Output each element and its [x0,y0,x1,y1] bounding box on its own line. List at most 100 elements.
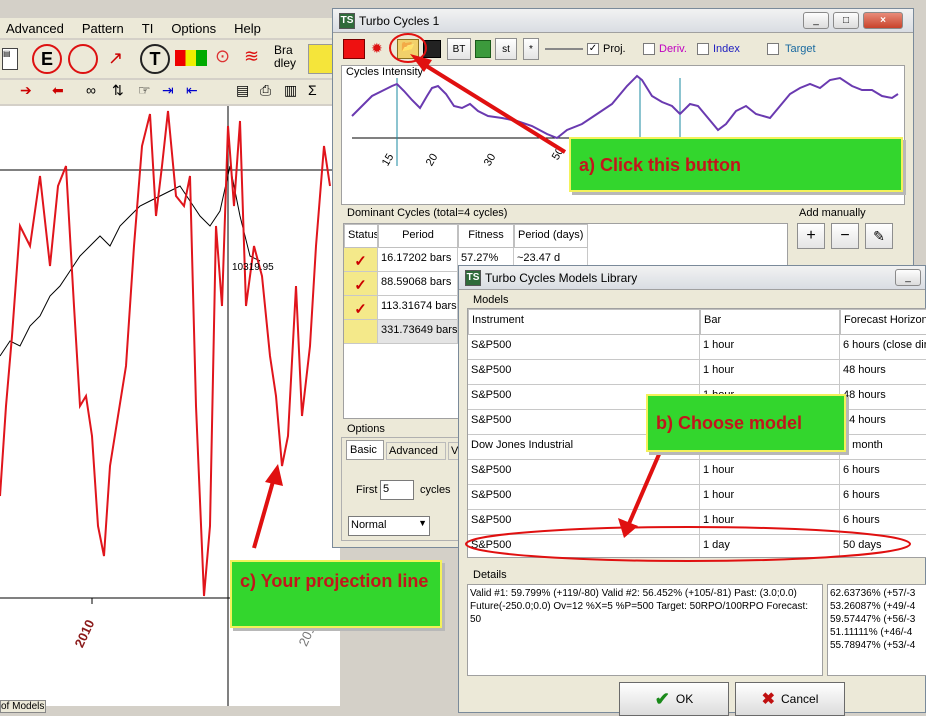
bradley-button[interactable]: Bra dley [274,44,304,76]
target-icon[interactable]: ⊙ [215,46,239,70]
edit-cycle-button[interactable]: ✎ [865,223,893,249]
e-circle-icon[interactable]: E [32,44,62,74]
align2-icon[interactable]: ⇤ [186,82,198,99]
add-cycle-button[interactable]: + [797,223,825,249]
model-bar[interactable]: 1 hour [700,485,840,510]
model-bar[interactable]: 1 hour [700,460,840,485]
ok-button[interactable]: ✔ OK [619,682,729,716]
check-icon: ✔ [654,688,670,709]
add-manually-label: Add manually [799,207,866,219]
excel-icon[interactable] [475,40,491,58]
col-horizon[interactable]: Forecast Horizon [840,309,926,335]
mode-select[interactable]: Normal ▼ [348,516,430,536]
model-instrument[interactable]: S&P500 [468,535,700,557]
menu-help[interactable]: Help [234,21,261,36]
options-panel: Basic Advanced V First 5 cycles Normal ▼ [341,437,465,541]
model-horizon[interactable]: 48 hours [840,360,926,385]
open-folder-button[interactable]: 📂 [397,39,419,59]
maximize-button[interactable]: □ [833,12,859,29]
close-button[interactable]: × [863,12,903,29]
cycle-status-checkbox[interactable]: ✓ [344,296,378,320]
col-fitness[interactable]: Fitness [458,224,514,248]
menu-options[interactable]: Options [171,21,216,36]
first-input[interactable]: 5 [380,480,414,500]
model-instrument[interactable]: S&P500 [468,510,700,535]
cycle-period[interactable]: 16.17202 bars [378,248,458,272]
model-horizon[interactable]: 6 hours [840,510,926,535]
model-horizon[interactable]: 48 hours [840,385,926,410]
cycle-period[interactable]: 113.31674 bars [378,296,458,320]
turbo-cycles-titlebar[interactable]: TS Turbo Cycles 1 _ □ × [333,9,913,33]
st-button[interactable]: st [495,38,517,60]
model-instrument[interactable]: S&P500 [468,360,700,385]
models-library-title: Turbo Cycles Models Library [485,270,638,285]
col-instrument[interactable]: Instrument [468,309,700,335]
t-circle-icon[interactable]: T [140,44,170,74]
menu-ti[interactable]: TI [142,21,154,36]
model-horizon[interactable]: 6 hours [840,460,926,485]
model-instrument[interactable]: S&P500 [468,485,700,510]
tab-basic[interactable]: Basic [346,440,384,460]
sigma-icon[interactable]: Σ [308,82,317,98]
proj-checkbox[interactable]: ✓ [587,43,599,55]
glasses-icon[interactable]: ∞ [86,82,96,98]
model-bar[interactable]: 1 hour [700,510,840,535]
circles-icon[interactable] [68,44,98,74]
bt-button[interactable]: BT [447,38,471,60]
tab-advanced[interactable]: Advanced [386,442,446,460]
library-minimize-button[interactable]: _ [895,269,921,286]
trend-icon[interactable]: ↗ [108,48,132,70]
cycle-period[interactable]: 331.73649 bars [378,320,458,344]
arrow-left-icon[interactable]: ⬅ [52,82,64,99]
cycle-status-checkbox[interactable]: ✓ [344,248,378,272]
col-status[interactable]: Status [344,224,378,248]
chart-icon[interactable]: ▥ [284,82,297,99]
model-horizon[interactable]: 24 hours [840,410,926,435]
x-icon: ✖ [761,691,776,708]
cycle-status-checkbox[interactable]: ✓ [344,272,378,296]
color-bars-icon[interactable] [175,50,207,66]
yellow-flag-icon[interactable] [308,44,334,74]
deriv-checkbox[interactable] [643,43,655,55]
save-disk-icon[interactable] [423,40,441,58]
target-checkbox[interactable] [767,43,779,55]
model-bar[interactable]: 1 day [700,535,840,557]
red-square-button[interactable] [343,39,365,59]
col-days[interactable]: Period (days) [514,224,588,248]
cycle-status-checkbox[interactable] [344,320,378,344]
doc-icon[interactable]: ▤ [2,48,18,70]
align-icon[interactable]: ⇥ [162,82,174,99]
minimize-button[interactable]: _ [803,12,829,29]
split-icon[interactable]: ⇅ [112,82,124,99]
gear-icon[interactable]: ✹ [371,40,383,57]
cancel-button[interactable]: ✖ Cancel [735,682,845,716]
model-horizon[interactable]: 1 month [840,435,926,460]
col-period[interactable]: Period [378,224,458,248]
price-series [0,165,261,357]
models-library-titlebar[interactable]: TS Turbo Cycles Models Library _ [459,266,925,290]
wave-icon[interactable]: ≋ [244,46,270,70]
details-label: Details [473,569,507,581]
menu-pattern[interactable]: Pattern [82,21,124,36]
menu-advanced[interactable]: Advanced [6,21,64,36]
col-bar[interactable]: Bar [700,309,840,335]
bottom-tab[interactable]: of Models [0,700,46,713]
model-bar[interactable]: 1 hour [700,335,840,360]
remove-cycle-button[interactable]: − [831,223,859,249]
model-instrument[interactable]: S&P500 [468,460,700,485]
model-instrument[interactable]: S&P500 [468,335,700,360]
side-value: 62.63736% (+57/-3 [830,588,916,599]
side-values: 62.63736% (+57/-3 53.26087% (+49/-4 59.5… [827,584,926,676]
model-horizon[interactable]: 6 hours [840,485,926,510]
model-horizon[interactable]: 6 hours (close dire [840,335,926,360]
index-checkbox[interactable] [697,43,709,55]
zoom-slider[interactable] [545,48,583,50]
star-button[interactable]: * [523,38,539,60]
arrow-right-icon[interactable]: ➔ [20,82,32,99]
cycle-period[interactable]: 88.59068 bars [378,272,458,296]
model-horizon[interactable]: 50 days [840,535,926,557]
page-icon[interactable]: ▤ [236,82,249,99]
hand-icon[interactable]: ☞ [138,82,151,99]
print-icon[interactable]: ⎙ [260,82,271,99]
model-bar[interactable]: 1 hour [700,360,840,385]
